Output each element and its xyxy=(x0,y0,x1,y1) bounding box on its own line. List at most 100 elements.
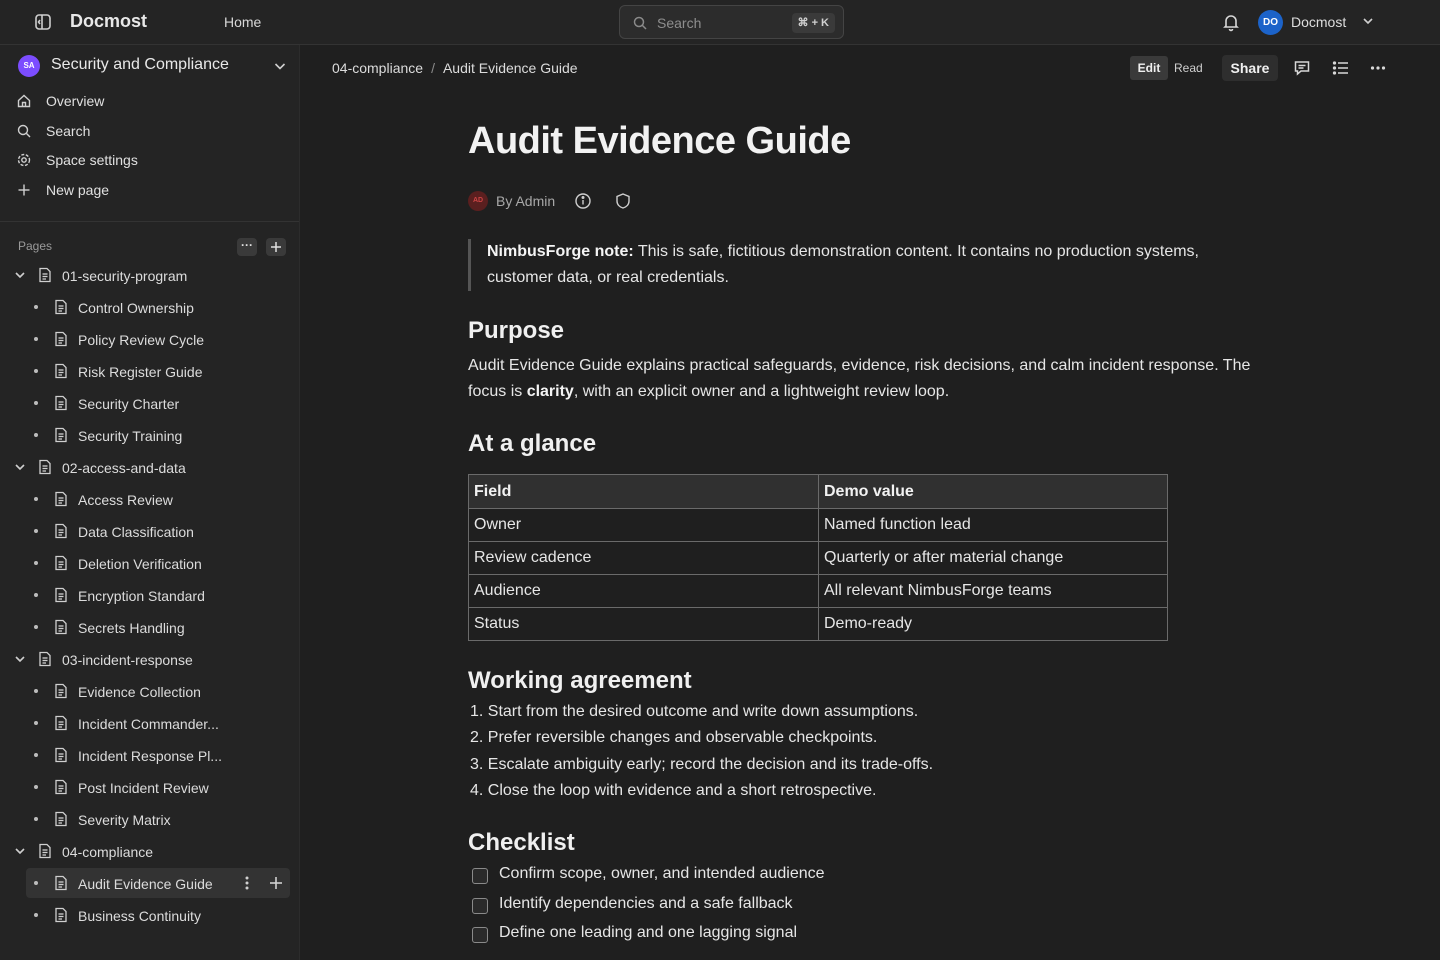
heading-at-a-glance[interactable]: At a glance xyxy=(468,430,596,458)
heading-checklist[interactable]: Checklist xyxy=(468,829,575,857)
chevron-down-icon[interactable] xyxy=(1361,14,1375,28)
tree-page[interactable]: Access Review xyxy=(10,484,290,514)
checklist-label[interactable]: Define one leading and one lagging signa… xyxy=(499,924,797,942)
list-item[interactable]: 2. Prefer reversible changes and observa… xyxy=(468,725,1168,751)
chevron-down-icon[interactable] xyxy=(13,844,27,858)
tree-label: Policy Review Cycle xyxy=(78,332,205,348)
list-item[interactable]: 4. Close the loop with evidence and a sh… xyxy=(468,778,1168,804)
tree-page[interactable]: Secrets Handling xyxy=(10,612,290,642)
plus-icon[interactable] xyxy=(268,875,284,891)
brand-logo[interactable]: Docmost xyxy=(70,11,147,32)
tree-page[interactable]: Policy Review Cycle xyxy=(10,324,290,354)
table-header-cell[interactable]: Field xyxy=(468,474,819,509)
checklist-label[interactable]: Confirm scope, owner, and intended audie… xyxy=(499,865,825,883)
add-page-button[interactable] xyxy=(266,238,286,256)
bell-icon[interactable] xyxy=(1221,12,1241,32)
edit-mode-button[interactable]: Edit xyxy=(1130,56,1168,80)
tree-page[interactable]: Evidence Collection xyxy=(10,676,290,706)
tree-label: 01-security-program xyxy=(62,268,188,284)
nav-label: Space settings xyxy=(46,152,138,168)
list-item[interactable]: 3. Escalate ambiguity early; record the … xyxy=(468,752,1168,778)
tree-page[interactable]: Security Charter xyxy=(10,388,290,418)
chevron-down-icon[interactable] xyxy=(13,460,27,474)
search-bar[interactable]: Search ⌘ + K xyxy=(619,5,844,39)
table-cell[interactable]: Named function lead xyxy=(818,508,1168,542)
nav-label: New page xyxy=(46,182,110,198)
tree-page[interactable]: Encryption Standard xyxy=(10,580,290,610)
tree-label: Control Ownership xyxy=(78,300,194,316)
tree-page[interactable]: Security Training xyxy=(10,420,290,450)
table-of-contents-icon[interactable] xyxy=(1332,59,1350,77)
table-cell[interactable]: Review cadence xyxy=(468,541,819,575)
home-link[interactable]: Home xyxy=(224,14,261,30)
home-icon xyxy=(16,93,32,109)
tree-page[interactable]: Deletion Verification xyxy=(10,548,290,578)
checklist-label[interactable]: Identify dependencies and a safe fallbac… xyxy=(499,895,793,913)
table-cell[interactable]: Demo-ready xyxy=(818,607,1168,641)
page-title[interactable]: Audit Evidence Guide xyxy=(468,120,851,163)
note-callout[interactable]: NimbusForge note: This is safe, fictitio… xyxy=(468,239,1248,291)
checkbox[interactable] xyxy=(472,927,488,943)
search-icon xyxy=(632,15,648,31)
tree-folder[interactable]: 04-compliance xyxy=(10,836,290,866)
table-cell[interactable]: Owner xyxy=(468,508,819,542)
nav-new-page[interactable]: New page xyxy=(10,176,290,204)
tree-page[interactable]: Incident Commander... xyxy=(10,708,290,738)
tree-page[interactable]: Post Incident Review xyxy=(10,772,290,802)
heading-purpose[interactable]: Purpose xyxy=(468,317,564,345)
share-button[interactable]: Share xyxy=(1222,55,1278,81)
list-item[interactable]: 1. Start from the desired outcome and wr… xyxy=(468,699,1168,725)
comment-icon[interactable] xyxy=(1293,59,1311,77)
sidebar-toggle-icon[interactable] xyxy=(33,12,53,32)
breadcrumb-current[interactable]: Audit Evidence Guide xyxy=(443,60,578,76)
user-avatar[interactable]: DO xyxy=(1258,10,1283,35)
tree-folder[interactable]: 03-incident-response xyxy=(10,644,290,674)
table-cell[interactable]: Audience xyxy=(468,574,819,608)
tree-page[interactable]: Risk Register Guide xyxy=(10,356,290,386)
chevron-down-icon[interactable] xyxy=(13,652,27,666)
heading-working-agreement[interactable]: Working agreement xyxy=(468,667,692,695)
tree-page[interactable]: Data Classification xyxy=(10,516,290,546)
checkbox[interactable] xyxy=(472,868,488,884)
more-options-icon[interactable] xyxy=(1369,59,1387,77)
tree-label: 04-compliance xyxy=(62,844,154,860)
tree-page[interactable]: Incident Response Pl... xyxy=(10,740,290,770)
breadcrumb-parent[interactable]: 04-compliance xyxy=(332,60,423,76)
tree-label: Incident Commander... xyxy=(78,716,219,732)
table-header-cell[interactable]: Demo value xyxy=(818,474,1168,509)
pages-more-button[interactable]: ··· xyxy=(237,238,257,256)
bullet-dot xyxy=(34,433,38,437)
table-cell[interactable]: Status xyxy=(468,607,819,641)
checkbox[interactable] xyxy=(472,897,488,914)
tree-folder[interactable]: 01-security-program xyxy=(10,260,290,290)
vertical-dots-icon[interactable] xyxy=(243,875,251,891)
tree-page[interactable]: Severity Matrix xyxy=(10,804,290,834)
bullet-dot xyxy=(34,497,38,501)
read-mode-button[interactable]: Read xyxy=(1174,56,1204,80)
user-name[interactable]: Docmost xyxy=(1291,14,1346,30)
tree-folder[interactable]: 02-access-and-data xyxy=(10,452,290,482)
tree-page[interactable]: Business Continuity xyxy=(10,900,290,930)
info-icon[interactable] xyxy=(574,192,592,210)
tree-label: Secrets Handling xyxy=(78,620,185,636)
nav-space-settings[interactable]: Space settings xyxy=(10,146,290,174)
document-icon xyxy=(54,747,68,763)
table-row: Owner Named function lead xyxy=(468,508,1168,542)
table-cell[interactable]: All relevant NimbusForge teams xyxy=(818,574,1168,608)
tree-page[interactable]: Audit Evidence Guide xyxy=(26,868,290,898)
document-icon xyxy=(38,267,52,283)
nav-overview[interactable]: Overview xyxy=(10,87,290,115)
nav-search[interactable]: Search xyxy=(10,117,290,145)
tree-label: Security Charter xyxy=(78,396,180,412)
document-icon xyxy=(54,683,68,699)
chevron-down-icon[interactable] xyxy=(13,268,27,282)
shield-icon[interactable] xyxy=(614,192,632,210)
document-icon xyxy=(54,811,68,827)
glance-table[interactable]: Field Demo value Owner Named function lea… xyxy=(468,474,1168,641)
space-switcher[interactable]: SA Security and Compliance xyxy=(18,55,288,77)
table-cell[interactable]: Quarterly or after material change xyxy=(818,541,1168,575)
checklist-item: Define one leading and one lagging signa… xyxy=(472,921,1172,951)
tree-page[interactable]: Control Ownership xyxy=(10,292,290,322)
checklist-item: Confirm scope, owner, and intended audie… xyxy=(472,862,1172,892)
purpose-paragraph[interactable]: Audit Evidence Guide explains practical … xyxy=(468,353,1278,405)
